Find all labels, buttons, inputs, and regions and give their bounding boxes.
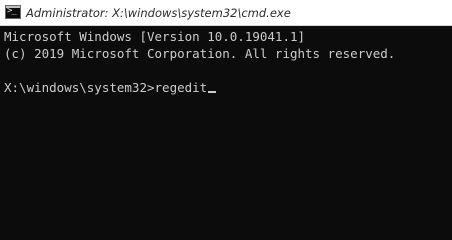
cmd-icon-prompt: >_ [7, 6, 17, 16]
title-bar[interactable]: >_ Administrator: X:\windows\system32\cm… [0, 0, 452, 26]
window-title: Administrator: X:\windows\system32\cmd.e… [26, 6, 291, 20]
command-prompt-text: X:\windows\system32>regedit [4, 80, 208, 95]
text-cursor [208, 91, 217, 93]
console-line-copyright: (c) 2019 Microsoft Corporation. All righ… [4, 46, 396, 61]
cmd-icon[interactable]: >_ [5, 5, 21, 19]
console-area[interactable]: Microsoft Windows [Version 10.0.19041.1]… [0, 26, 452, 217]
cmd-window: >_ Administrator: X:\windows\system32\cm… [0, 0, 452, 217]
console-line-command[interactable]: X:\windows\system32>regedit [4, 79, 217, 96]
console-line-version: Microsoft Windows [Version 10.0.19041.1] [4, 29, 306, 44]
